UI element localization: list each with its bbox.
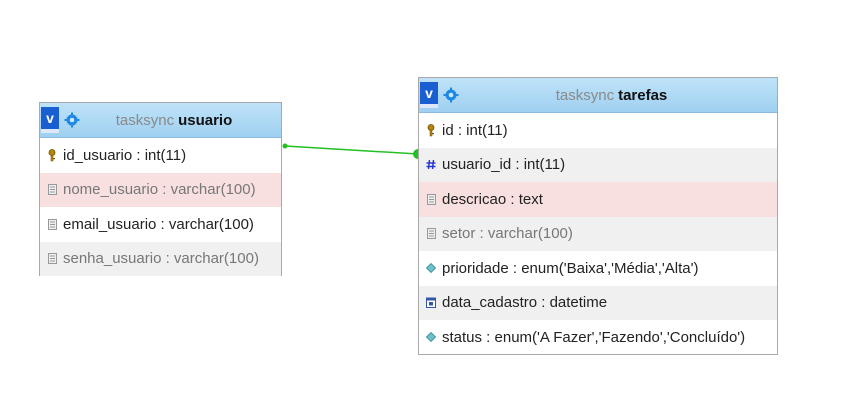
column-label: usuario_id : int(11) — [442, 156, 566, 174]
table-title: tasksync tarefas — [460, 87, 777, 104]
column-icon — [46, 252, 58, 266]
toggle-label: v — [46, 110, 54, 126]
column-label: prioridade : enum('Baixa','Média','Alta'… — [442, 259, 699, 277]
column-row[interactable]: email_usuario : varchar(100) — [40, 207, 281, 242]
table-usuario[interactable]: v tasksync usuario id_usuario: int(11) … — [39, 102, 282, 276]
column-row[interactable]: descricao : text — [419, 182, 777, 217]
column-row[interactable]: nome_usuario : varchar(100) — [40, 172, 281, 207]
table-name: tarefas — [618, 86, 668, 104]
column-icon — [425, 227, 437, 241]
key-icon — [425, 123, 437, 137]
column-label: setor : varchar(100) — [442, 225, 573, 243]
table-usuario-header[interactable]: v tasksync usuario — [40, 103, 281, 138]
column-icon — [425, 192, 437, 206]
column-label: id_usuario : int(11) — [63, 146, 187, 164]
column-label: nome_usuario : varchar(100) — [63, 181, 256, 199]
toggle-button[interactable]: v — [41, 107, 59, 133]
schema-name: tasksync — [115, 111, 175, 129]
designer-canvas: v tasksync usuario id_usuario: int(11) … — [0, 0, 855, 410]
column-row[interactable]: data_cadastro : datetime — [419, 285, 777, 320]
column-row[interactable]: id_usuario : int(11) — [40, 138, 281, 173]
column-row[interactable]: status : enum('A Fazer','Fazendo','Concl… — [419, 320, 777, 355]
column-row[interactable]: setor : varchar(100) — [419, 216, 777, 251]
schema-name: tasksync — [555, 86, 615, 104]
column-label: descricao : text — [442, 190, 543, 208]
table-title: tasksync usuario — [81, 112, 281, 129]
column-label: email_usuario : varchar(100) — [63, 215, 254, 233]
toggle-button[interactable]: v — [420, 82, 438, 108]
table-tarefas-header[interactable]: v tasksync tarefas — [419, 78, 777, 113]
column-row[interactable]: prioridade : enum('Baixa','Média','Alta'… — [419, 251, 777, 286]
column-row[interactable]: senha_usuario : varchar(100) — [40, 241, 281, 276]
table-tarefas[interactable]: v tasksync tarefas id: int(11) usuario_… — [418, 77, 778, 355]
column-label: status : enum('A Fazer','Fazendo','Concl… — [442, 328, 746, 346]
column-label: senha_usuario : varchar(100) — [63, 250, 259, 268]
column-label: data_cadastro : datetime — [442, 294, 608, 312]
column-icon — [46, 217, 58, 231]
hash-icon — [425, 158, 437, 172]
table-name: usuario — [178, 111, 233, 129]
column-label: id : int(11) — [442, 121, 508, 139]
toggle-label: v — [425, 85, 433, 101]
column-row[interactable]: usuario_id : int(11) — [419, 147, 777, 182]
relation-line — [284, 145, 419, 155]
relation-start-dot — [282, 143, 288, 149]
enum-icon — [425, 330, 437, 344]
enum-icon — [425, 261, 437, 275]
gear-icon[interactable] — [442, 86, 460, 104]
date-icon — [425, 296, 437, 310]
column-icon — [46, 183, 58, 197]
gear-icon[interactable] — [63, 111, 81, 129]
key-icon — [46, 148, 58, 162]
column-row[interactable]: id : int(11) — [419, 113, 777, 148]
